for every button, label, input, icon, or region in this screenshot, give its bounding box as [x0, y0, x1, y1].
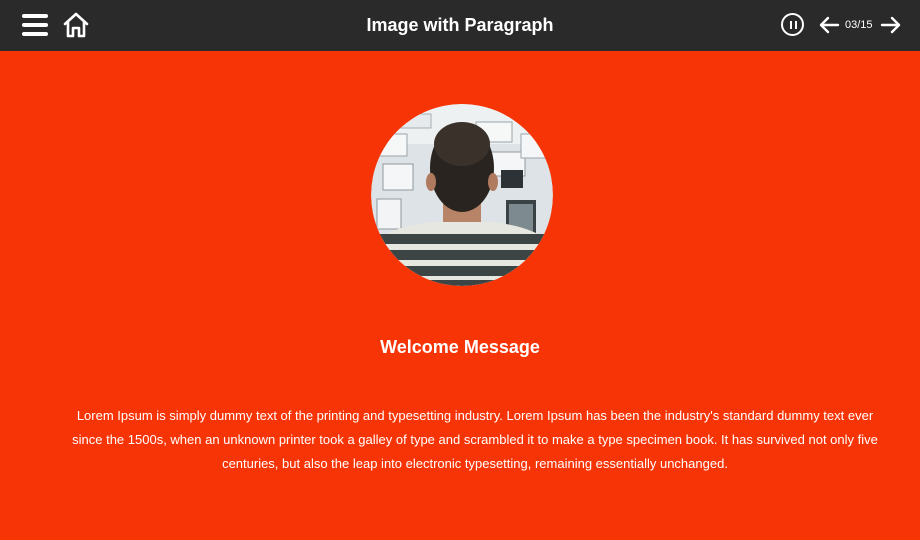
body-paragraph: Lorem Ipsum is simply dummy text of the … [72, 408, 878, 471]
welcome-heading: Welcome Message [380, 337, 540, 357]
home-icon[interactable] [62, 11, 90, 39]
hamburger-menu-icon[interactable] [22, 14, 48, 36]
arrow-right-icon[interactable] [880, 15, 902, 35]
page-counter: 03/15 [845, 19, 873, 31]
avatar-image [371, 104, 553, 286]
arrow-left-icon[interactable] [818, 15, 840, 35]
top-bar: Image with Paragraph 03/15 [0, 0, 920, 51]
pause-icon[interactable] [781, 13, 804, 36]
